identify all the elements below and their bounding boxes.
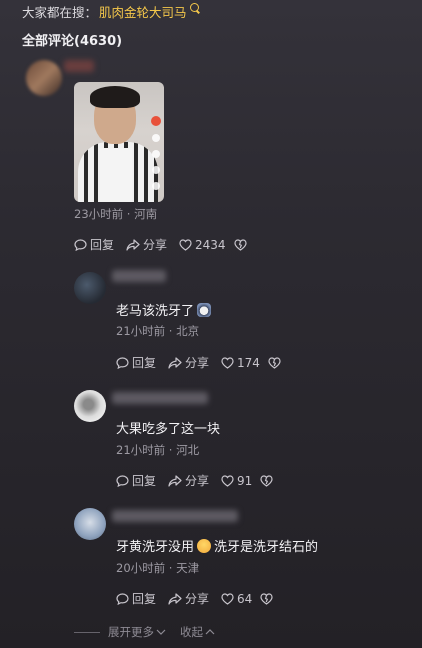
like-button[interactable]: 174 — [221, 356, 260, 370]
heart-icon — [221, 592, 234, 605]
share-button[interactable]: 分享 — [168, 590, 209, 607]
reply-label: 回复 — [90, 238, 115, 252]
smile-emoji-icon — [197, 539, 212, 553]
cat-emoji-icon — [197, 303, 212, 317]
share-button[interactable]: 分享 — [126, 236, 167, 253]
broken-heart-icon — [260, 592, 273, 605]
avatar[interactable] — [74, 272, 106, 304]
thumbnail-person-shirt — [100, 148, 132, 202]
heart-icon — [221, 356, 234, 369]
trending-search-prefix: 大家都在搜： — [22, 5, 98, 20]
trending-search-keyword[interactable]: 肌肉金轮大司马 — [99, 5, 187, 20]
reply-icon — [116, 474, 129, 487]
like-button[interactable]: 2434 — [179, 238, 226, 252]
share-label: 分享 — [185, 356, 210, 370]
reply-text: 老马该洗牙了 — [116, 300, 214, 319]
thumbnail-avatar-icon — [151, 116, 161, 126]
avatar[interactable] — [26, 60, 62, 96]
reply-label: 回复 — [132, 474, 157, 488]
share-icon — [168, 356, 182, 369]
chevron-up-icon — [205, 629, 215, 635]
heart-icon — [179, 238, 192, 251]
comment-meta: 23小时前 · 河南 — [74, 207, 158, 221]
share-icon — [168, 592, 182, 605]
dislike-button[interactable] — [268, 356, 284, 369]
comment-actions: 回复 分享 64 — [116, 590, 288, 607]
reply-button[interactable]: 回复 — [116, 472, 156, 489]
replies-footer: 展开更多 收起 — [74, 624, 215, 640]
avatar[interactable] — [74, 390, 106, 422]
heart-icon — [221, 474, 234, 487]
expand-more-button[interactable]: 展开更多 — [108, 624, 166, 640]
reply-text-part-b: 洗牙是洗牙结石的 — [214, 540, 319, 555]
comment-meta: 21小时前 · 北京 — [116, 324, 200, 338]
username-blurred — [64, 60, 94, 72]
collapse-label: 收起 — [180, 625, 203, 639]
thumbnail-comment-icon — [152, 150, 160, 158]
comment-meta: 21小时前 · 河北 — [116, 443, 200, 457]
reply-text-part-a: 牙黄洗牙没用 — [116, 540, 195, 555]
share-button[interactable]: 分享 — [168, 354, 209, 371]
reply-text: 牙黄洗牙没用 洗牙是洗牙结石的 — [116, 536, 318, 555]
like-button[interactable]: 64 — [221, 592, 252, 606]
chevron-down-icon — [156, 629, 166, 635]
share-icon — [126, 238, 140, 251]
dislike-button[interactable] — [233, 238, 250, 251]
username-blurred — [112, 510, 238, 522]
like-count: 2434 — [195, 237, 226, 252]
reply-label: 回复 — [132, 356, 157, 370]
reply-button[interactable]: 回复 — [74, 236, 114, 253]
avatar[interactable] — [74, 508, 106, 540]
broken-heart-icon — [268, 356, 281, 369]
like-count: 91 — [237, 473, 253, 488]
username-blurred — [112, 392, 208, 404]
broken-heart-icon — [260, 474, 273, 487]
share-icon — [168, 474, 182, 487]
reply-button[interactable]: 回复 — [116, 354, 156, 371]
share-button[interactable]: 分享 — [168, 472, 209, 489]
comment-actions: 回复 分享 91 — [116, 472, 288, 489]
reply-icon — [116, 592, 129, 605]
thumbnail-share-icon — [152, 182, 160, 190]
dislike-button[interactable] — [260, 474, 276, 487]
username-blurred — [112, 270, 166, 282]
broken-heart-icon — [233, 238, 247, 251]
comment-meta: 20小时前 · 天津 — [116, 561, 200, 575]
thumbnail-person-hair — [90, 86, 140, 108]
collapse-button[interactable]: 收起 — [180, 624, 215, 640]
reply-icon — [74, 238, 87, 251]
reply-text: 大果吃多了这一块 — [116, 422, 221, 437]
reply-icon — [116, 356, 129, 369]
comments-count-header: 全部评论(4630) — [22, 34, 123, 49]
comment-actions: 回复 分享 2434 — [74, 236, 262, 253]
reply-button[interactable]: 回复 — [116, 590, 156, 607]
video-thumbnail[interactable] — [74, 82, 164, 202]
share-label: 分享 — [185, 592, 210, 606]
like-count: 174 — [237, 355, 260, 370]
share-label: 分享 — [143, 238, 168, 252]
like-count: 64 — [237, 591, 253, 606]
like-button[interactable]: 91 — [221, 474, 252, 488]
reply-label: 回复 — [132, 592, 157, 606]
thumbnail-like-icon — [152, 134, 160, 142]
search-icon[interactable] — [189, 3, 199, 12]
expand-more-label: 展开更多 — [108, 625, 154, 639]
reply-text-content: 老马该洗牙了 — [116, 304, 195, 319]
share-label: 分享 — [185, 474, 210, 488]
thumbnail-star-icon — [152, 166, 160, 174]
divider — [74, 631, 100, 633]
trending-search-bar[interactable]: 大家都在搜： 肌肉金轮大司马 — [22, 2, 199, 21]
comment-actions: 回复 分享 174 — [116, 354, 296, 371]
dislike-button[interactable] — [260, 592, 276, 605]
